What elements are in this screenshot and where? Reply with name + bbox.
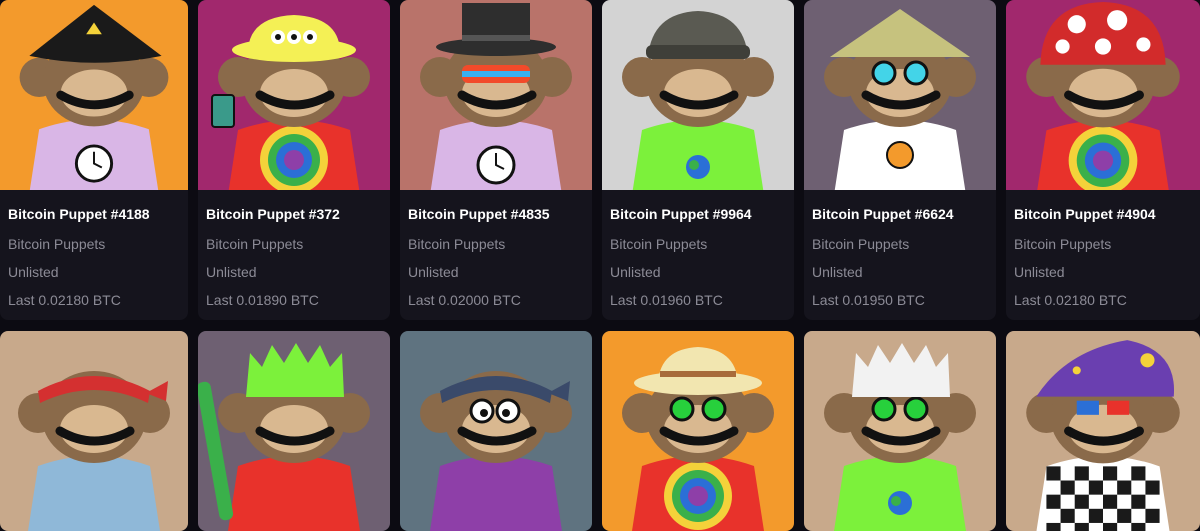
nft-image[interactable] bbox=[0, 331, 188, 531]
nft-status: Unlisted bbox=[812, 264, 863, 280]
nft-title[interactable]: Bitcoin Puppet #6624 bbox=[812, 205, 990, 223]
puppet-artwork bbox=[804, 331, 996, 531]
puppet-artwork bbox=[602, 331, 794, 531]
nft-image[interactable] bbox=[400, 0, 592, 190]
nft-card[interactable]: Bitcoin Puppet #6624 Bitcoin Puppets Unl… bbox=[804, 0, 996, 320]
nft-card[interactable]: Bitcoin Puppet #372 Bitcoin Puppets Unli… bbox=[198, 0, 390, 320]
shirt bbox=[632, 456, 764, 531]
puppet-artwork bbox=[400, 0, 592, 190]
nft-image[interactable] bbox=[198, 0, 390, 190]
nft-title[interactable]: Bitcoin Puppet #4188 bbox=[8, 205, 182, 223]
puppet-face bbox=[260, 69, 328, 117]
puppet-artwork bbox=[1006, 331, 1200, 531]
nft-title[interactable]: Bitcoin Puppet #4904 bbox=[1014, 205, 1194, 223]
nft-collection: Bitcoin Puppets bbox=[1014, 236, 1112, 252]
nft-card[interactable] bbox=[1006, 331, 1200, 531]
puppet-artwork bbox=[198, 0, 390, 190]
nft-image[interactable] bbox=[602, 0, 794, 190]
accessory bbox=[686, 155, 710, 179]
nft-card[interactable] bbox=[804, 331, 996, 531]
nft-title[interactable]: Bitcoin Puppet #9964 bbox=[610, 205, 788, 223]
nft-image[interactable] bbox=[1006, 331, 1200, 531]
eyewear bbox=[462, 65, 530, 83]
accessory bbox=[476, 145, 516, 185]
shirt bbox=[1037, 120, 1169, 190]
puppet-face bbox=[60, 69, 128, 117]
accessory bbox=[211, 94, 235, 128]
nft-status: Unlisted bbox=[1014, 264, 1065, 280]
accessory bbox=[74, 144, 114, 183]
nft-collection: Bitcoin Puppets bbox=[812, 236, 910, 252]
accessory bbox=[886, 141, 914, 169]
shirt bbox=[430, 456, 562, 531]
nft-status: Unlisted bbox=[408, 264, 459, 280]
nft-grid: Bitcoin Puppet #4188 Bitcoin Puppets Unl… bbox=[0, 0, 1200, 531]
nft-collection: Bitcoin Puppets bbox=[206, 236, 304, 252]
nft-card[interactable] bbox=[198, 331, 390, 531]
nft-card[interactable]: Bitcoin Puppet #4904 Bitcoin Puppets Unl… bbox=[1006, 0, 1200, 320]
nft-image[interactable] bbox=[0, 0, 188, 190]
nft-image[interactable] bbox=[400, 331, 592, 531]
nft-collection: Bitcoin Puppets bbox=[8, 236, 106, 252]
nft-card[interactable] bbox=[0, 331, 188, 531]
nft-image[interactable] bbox=[198, 331, 390, 531]
puppet-artwork bbox=[602, 0, 794, 190]
nft-status: Unlisted bbox=[206, 264, 257, 280]
shirt bbox=[1036, 456, 1170, 531]
puppet-artwork bbox=[0, 0, 188, 190]
nft-last-price: Last 0.02180 BTC bbox=[1014, 292, 1127, 308]
puppet-artwork bbox=[0, 331, 188, 531]
shirt bbox=[228, 120, 360, 190]
nft-status: Unlisted bbox=[8, 264, 59, 280]
nft-collection: Bitcoin Puppets bbox=[408, 236, 506, 252]
puppet-face bbox=[260, 405, 328, 453]
shirt bbox=[228, 456, 360, 531]
nft-last-price: Last 0.02000 BTC bbox=[408, 292, 521, 308]
nft-card[interactable] bbox=[602, 331, 794, 531]
puppet-face bbox=[1068, 68, 1138, 118]
nft-collection: Bitcoin Puppets bbox=[610, 236, 708, 252]
puppet-face bbox=[60, 405, 128, 453]
nft-title[interactable]: Bitcoin Puppet #4835 bbox=[408, 205, 586, 223]
puppet-artwork bbox=[198, 331, 390, 531]
nft-image[interactable] bbox=[804, 331, 996, 531]
nft-image[interactable] bbox=[1006, 0, 1200, 190]
nft-last-price: Last 0.01950 BTC bbox=[812, 292, 925, 308]
nft-last-price: Last 0.02180 BTC bbox=[8, 292, 121, 308]
puppet-face bbox=[664, 69, 732, 117]
puppet-artwork bbox=[804, 0, 996, 190]
nft-status: Unlisted bbox=[610, 264, 661, 280]
nft-last-price: Last 0.01960 BTC bbox=[610, 292, 723, 308]
nft-last-price: Last 0.01890 BTC bbox=[206, 292, 319, 308]
nft-image[interactable] bbox=[602, 331, 794, 531]
nft-card[interactable]: Bitcoin Puppet #4835 Bitcoin Puppets Unl… bbox=[400, 0, 592, 320]
puppet-artwork bbox=[1006, 0, 1200, 190]
nft-card[interactable]: Bitcoin Puppet #9964 Bitcoin Puppets Unl… bbox=[602, 0, 794, 320]
nft-image[interactable] bbox=[804, 0, 996, 190]
nft-title[interactable]: Bitcoin Puppet #372 bbox=[206, 205, 384, 223]
shirt bbox=[28, 456, 160, 531]
nft-card[interactable] bbox=[400, 331, 592, 531]
nft-card[interactable]: Bitcoin Puppet #4188 Bitcoin Puppets Unl… bbox=[0, 0, 188, 320]
puppet-artwork bbox=[400, 331, 592, 531]
accessory bbox=[888, 491, 912, 515]
